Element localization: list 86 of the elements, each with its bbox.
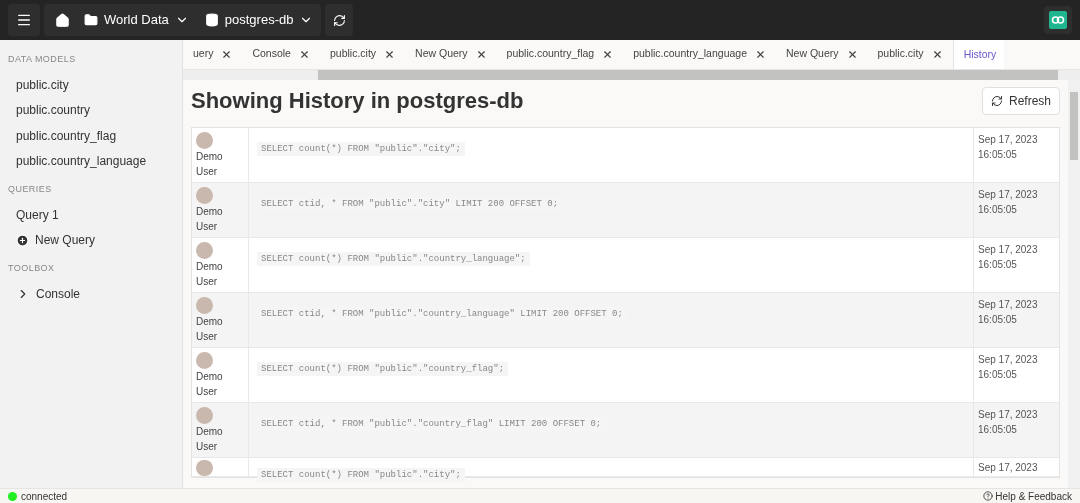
sidebar-item[interactable]: public.country_language — [0, 148, 182, 174]
tab[interactable]: History — [952, 40, 1005, 69]
breadcrumb-dropdown[interactable]: World Data — [76, 4, 197, 36]
query-date: Sep 17, 2023 — [978, 408, 1039, 422]
connection-status: connected — [21, 489, 68, 503]
query-date: Sep 17, 2023 — [978, 133, 1039, 147]
plus-circle-icon — [16, 233, 29, 247]
avatar — [196, 460, 213, 476]
tab-label: New Query — [415, 46, 468, 62]
user-name: Demo User — [196, 370, 224, 399]
user-name: Demo User — [196, 425, 224, 454]
help-icon — [983, 491, 994, 501]
close-icon[interactable] — [475, 48, 487, 60]
tab-label: New Query — [786, 46, 839, 62]
query-time: 16:05:05 — [978, 313, 1018, 327]
section-heading: DATA MODELS — [7, 53, 77, 67]
tab-label: public.country_language — [633, 46, 747, 62]
query-time: 16:05:05 — [978, 148, 1018, 162]
menu-icon — [16, 12, 32, 28]
query-date: Sep 17, 2023 — [978, 188, 1039, 202]
query-time: 16:05:05 — [978, 203, 1018, 217]
query-time: 16:05:05 — [978, 368, 1018, 382]
query-time: 16:05:05 — [978, 423, 1018, 437]
tab[interactable]: public.city — [867, 40, 953, 69]
sidebar-item[interactable]: Query 1 — [0, 202, 182, 228]
avatar — [196, 352, 213, 369]
sidebar-item[interactable]: public.country — [0, 97, 182, 123]
tab[interactable]: public.city — [319, 40, 406, 69]
menu-button[interactable] — [8, 4, 40, 36]
tab[interactable]: New Query — [405, 40, 497, 69]
close-icon[interactable] — [384, 48, 396, 60]
refresh-button[interactable]: Refresh — [981, 86, 1060, 115]
user-name: Demo User — [196, 205, 224, 234]
sql-query: SELECT count(*) FROM "public"."city"; — [257, 142, 465, 156]
sidebar-item[interactable]: New Query — [0, 227, 182, 253]
help-link[interactable]: Help & Feedback — [983, 488, 1072, 503]
scrollbar-thumb[interactable] — [318, 70, 1058, 80]
tab-label: public.city — [877, 46, 924, 62]
database-icon — [204, 13, 219, 27]
avatar — [196, 297, 213, 314]
query-date: Sep 17, 2023 — [978, 461, 1039, 475]
close-icon[interactable] — [298, 48, 310, 60]
page-title: Showing History in postgres-db — [191, 87, 524, 115]
tab-label: public.city — [329, 46, 377, 62]
avatar — [196, 132, 213, 149]
app-button[interactable] — [1044, 6, 1072, 34]
user-name: Demo User — [196, 315, 224, 344]
query-date: Sep 17, 2023 — [978, 353, 1039, 367]
tab-label: Console — [252, 46, 291, 62]
query-time: 16:05:05 — [978, 258, 1018, 272]
close-icon[interactable] — [755, 48, 766, 60]
home-icon — [54, 12, 70, 28]
tab[interactable]: Console — [242, 40, 320, 69]
tab[interactable]: uery — [183, 40, 243, 69]
sql-query: SELECT count(*) FROM "public"."city"; — [257, 468, 465, 482]
tab-label: uery — [193, 46, 214, 62]
avatar — [196, 242, 213, 259]
tab-label: public.country_flag — [506, 46, 595, 62]
user-name: Demo User — [196, 150, 224, 179]
close-icon[interactable] — [846, 48, 858, 60]
avatar — [196, 187, 213, 204]
folder-icon — [84, 13, 98, 27]
user-name: Demo User — [196, 260, 224, 289]
tab[interactable]: public.country_flag — [496, 40, 624, 69]
close-icon[interactable] — [602, 48, 614, 60]
sidebar-item[interactable]: public.country_flag — [0, 123, 182, 149]
refresh-icon — [990, 94, 1003, 107]
close-icon[interactable] — [221, 48, 233, 60]
reload-icon — [332, 13, 346, 27]
tab[interactable]: public.country_language — [623, 40, 776, 69]
sidebar-item[interactable]: Console — [0, 281, 182, 307]
avatar — [196, 407, 213, 424]
sidebar-item[interactable]: public.city — [0, 72, 182, 98]
tab-label: History — [963, 46, 997, 62]
section-heading: QUERIES — [7, 183, 53, 197]
scrollbar-thumb[interactable] — [1070, 92, 1078, 160]
query-date: Sep 17, 2023 — [978, 298, 1039, 312]
close-icon[interactable] — [931, 48, 943, 60]
section-heading: TOOLBOX — [7, 262, 56, 276]
app-logo-icon — [1049, 11, 1067, 29]
query-date: Sep 17, 2023 — [978, 243, 1039, 257]
reload-button[interactable] — [325, 4, 354, 36]
sql-query: SELECT count(*) FROM "public"."country_flag"; — [257, 362, 509, 376]
tab[interactable]: New Query — [776, 40, 868, 69]
breadcrumb-dropdown[interactable]: postgres-db — [196, 4, 322, 36]
sql-query: SELECT count(*) FROM "public"."country_language"; — [257, 252, 530, 266]
